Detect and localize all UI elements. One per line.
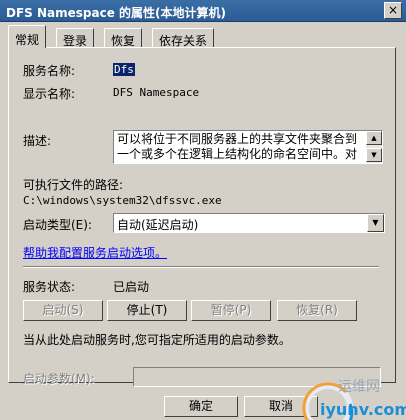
close-icon: ×: [387, 3, 399, 17]
resume-button[interactable]: 恢复(R): [277, 300, 357, 321]
startup-type-value: 自动(延迟启动): [117, 218, 199, 232]
pause-button[interactable]: 暂停(P): [191, 300, 271, 321]
description-label: 描述:: [23, 134, 52, 148]
service-name-value: Dfs: [113, 63, 135, 76]
close-button[interactable]: ×: [384, 2, 402, 19]
start-button[interactable]: 启动(S): [23, 300, 103, 321]
startup-type-select[interactable]: 自动(延迟启动) ▼: [113, 213, 385, 233]
executable-path-value: C:\windows\system32\dfssvc.exe: [23, 194, 222, 207]
title-bar[interactable]: DFS Namespace 的属性(本地计算机) ×: [0, 0, 406, 22]
watermark-line2: iyunv.com: [320, 400, 406, 419]
tab-logon[interactable]: 登录: [56, 28, 95, 48]
tab-recovery[interactable]: 恢复: [104, 28, 143, 48]
start-params-note: 当从此处启动服务时,您可指定所适用的启动参数。: [23, 333, 291, 347]
start-params-label: 启动参数(M):: [23, 372, 95, 386]
site-watermark: 运维网 iyunv.com: [298, 374, 406, 420]
description-scrollbar[interactable]: ▲ ▼: [366, 131, 382, 163]
general-panel: 服务名称: Dfs 显示名称: DFS Namespace 描述: 可以将位于不…: [8, 47, 396, 387]
startup-type-label: 启动类型(E):: [23, 218, 92, 232]
description-text: 可以将位于不同服务器上的共享文件夹聚合到一个或多个在逻辑上结构化的命名空间中。对: [117, 132, 358, 161]
ok-button[interactable]: 确定: [164, 396, 238, 417]
service-status-label: 服务状态:: [23, 280, 76, 294]
tab-recovery-label: 恢复: [111, 34, 136, 48]
executable-path-label: 可执行文件的路径:: [23, 178, 124, 192]
tab-general[interactable]: 常规: [8, 25, 47, 48]
service-name-label: 服务名称:: [23, 64, 76, 78]
stop-button[interactable]: 停止(T): [107, 300, 187, 321]
help-configure-link[interactable]: 帮助我配置服务启动选项。: [23, 244, 167, 261]
chevron-down-icon[interactable]: ▼: [367, 214, 384, 232]
service-status-value: 已启动: [113, 280, 150, 294]
tab-dependencies[interactable]: 依存关系: [152, 28, 215, 48]
display-name-value: DFS Namespace: [113, 86, 200, 99]
divider: [23, 266, 379, 268]
tab-dependencies-label: 依存关系: [159, 34, 208, 48]
service-properties-dialog: 常规 登录 恢复 依存关系 服务名称: Dfs 显示名称: DFS Namesp…: [0, 22, 406, 420]
scroll-up-icon[interactable]: ▲: [366, 131, 382, 145]
tab-general-label: 常规: [15, 33, 40, 47]
tab-logon-label: 登录: [63, 34, 88, 48]
scroll-down-icon[interactable]: ▼: [366, 148, 382, 162]
window-title: DFS Namespace 的属性(本地计算机): [6, 6, 226, 20]
display-name-label: 显示名称:: [23, 87, 76, 101]
description-box[interactable]: 可以将位于不同服务器上的共享文件夹聚合到一个或多个在逻辑上结构化的命名空间中。对…: [113, 130, 383, 164]
watermark-line1: 运维网: [338, 379, 380, 395]
